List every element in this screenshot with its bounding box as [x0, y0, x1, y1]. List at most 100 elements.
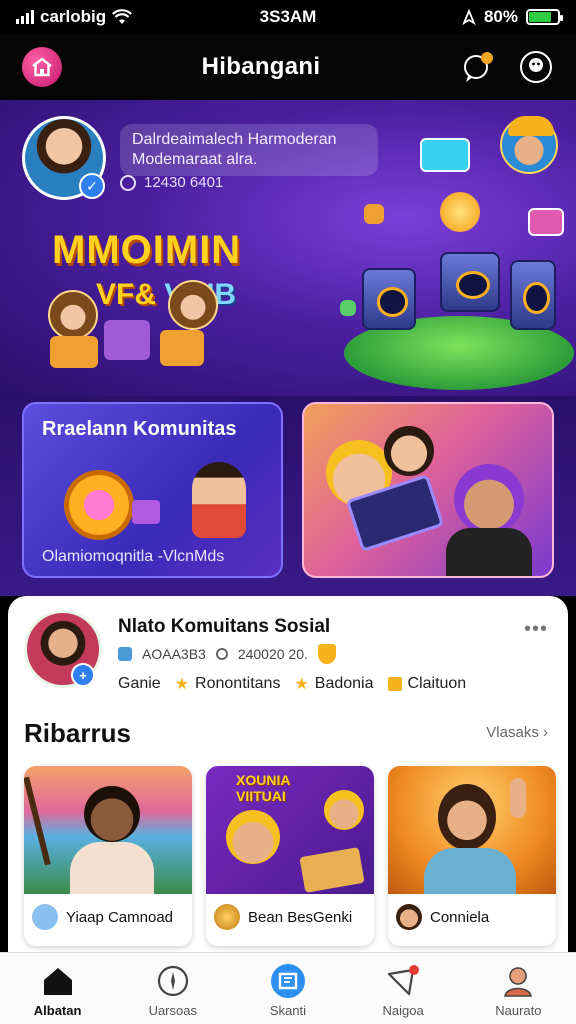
community-card[interactable]: Rraelann Komunitas Olamiomoqnitla -VlcnM…: [22, 402, 283, 578]
home-icon: [40, 963, 76, 999]
character-illustration: [438, 784, 496, 850]
note-illustration: [440, 192, 480, 232]
character-illustration: [192, 462, 246, 538]
avatar[interactable]: ✓: [22, 116, 106, 200]
card-footer: Yiaap Camnoad: [32, 904, 173, 930]
tag-claituon[interactable]: Claituon: [387, 675, 467, 693]
hero-stat: 12430 6401: [120, 174, 223, 191]
tab-scan[interactable]: Skanti: [238, 963, 338, 1018]
character-illustration: [48, 290, 98, 340]
post-avatar[interactable]: +: [24, 610, 102, 688]
add-icon: +: [71, 663, 95, 687]
carrier-label: carlobig: [40, 7, 107, 26]
tab-bar: Albatan Uarsoas Skanti Naigoa Naurato: [0, 952, 576, 1024]
status-time: 3S3AM: [259, 7, 317, 26]
wifi-icon: [112, 9, 133, 24]
status-bar: carlobig 3S3AM 80%: [0, 0, 576, 34]
app-title: Hibangani: [201, 53, 321, 80]
card-title: Yiaap Camnoad: [66, 908, 174, 926]
board-illustration: [299, 847, 365, 893]
section-title: Ribarrus: [24, 718, 131, 748]
hero-stat-value: 12430 6401: [144, 174, 224, 191]
stat-icon: [120, 174, 136, 191]
hero-title: MMOIMIN: [52, 228, 242, 272]
tab-label: Albatan: [33, 1003, 82, 1018]
tag-label: Claituon: [407, 675, 467, 692]
character-illustration: [226, 810, 280, 864]
home-button[interactable]: [22, 47, 62, 87]
profile-icon: [520, 51, 552, 83]
location-icon: [462, 9, 476, 25]
hero-message-line1: Dalrdeaimalech Harmoderan: [132, 131, 337, 148]
tag-label: Ganie: [118, 675, 161, 692]
shirt-illustration: [70, 842, 154, 894]
home-icon: [32, 57, 52, 77]
top-avatar: [500, 116, 558, 174]
battery-percent: 80%: [483, 7, 518, 26]
notification-icon: [385, 963, 421, 999]
hero-message: Dalrdeaimalech Harmoderan Modemaraat alr…: [120, 124, 378, 176]
battery-fill: [529, 12, 552, 22]
clock-icon: [215, 648, 228, 660]
gift-icon: [387, 677, 402, 691]
content-card[interactable]: XOUNIA VIITUAI Bean BesGenki: [206, 766, 374, 946]
post-meta: AOAA3B3 240020 20.: [118, 644, 336, 664]
see-all-label: Vlasaks: [486, 724, 539, 741]
tag-label: Ronontitans: [195, 675, 281, 692]
signal-icon: [16, 10, 34, 24]
card-image: [24, 766, 192, 894]
screen-illustration: [528, 208, 564, 236]
friends-card[interactable]: [302, 402, 554, 578]
tab-profile[interactable]: Naurato: [468, 963, 568, 1018]
tag-romantic[interactable]: ★ Ronontitans: [175, 674, 281, 694]
character-illustration: [384, 426, 434, 476]
tab-label: Skanti: [269, 1003, 307, 1018]
chat-icon: [464, 52, 493, 82]
cube-illustration: [132, 500, 160, 524]
battery-icon: [526, 9, 563, 25]
community-card-subtitle: Olamiomoqnitla -VlcnMds: [42, 548, 225, 565]
scan-icon: [270, 963, 306, 999]
character-illustration: [324, 790, 364, 830]
location-icon: [118, 647, 132, 661]
card-list: Yiaap Camnoad XOUNIA VIITUAI Bean BesGen…: [24, 766, 556, 946]
tag-badonia[interactable]: ★ Badonia: [294, 674, 373, 694]
gift-box-illustration: [50, 336, 98, 368]
content-card[interactable]: Yiaap Camnoad: [24, 766, 192, 946]
verified-badge-icon: ✓: [79, 173, 105, 199]
card-title: Conniela: [430, 908, 490, 926]
character-illustration: [168, 280, 218, 330]
profile-button[interactable]: [518, 49, 554, 85]
post-meta-id: AOAA3B3: [142, 646, 206, 662]
speaker-illustration: [440, 252, 500, 312]
app-header: Hibangani: [0, 34, 576, 100]
tab-explore[interactable]: Uarsoas: [123, 963, 223, 1018]
content-card[interactable]: Conniela: [388, 766, 556, 946]
tab-home[interactable]: Albatan: [8, 963, 108, 1018]
card-image-text-2: VIITUAI: [236, 788, 286, 804]
cube-illustration: [364, 204, 384, 224]
see-all-link[interactable]: Vlasaks ›: [486, 724, 548, 741]
tag-game[interactable]: Ganie: [118, 675, 161, 693]
card-avatar: [32, 904, 58, 930]
post-title[interactable]: Nlato Komuitans Sosial: [118, 616, 330, 638]
tab-notifications[interactable]: Naigoa: [353, 963, 453, 1018]
tab-label: Naigoa: [382, 1003, 424, 1018]
compass-icon: [155, 963, 191, 999]
shirt-illustration: [446, 528, 532, 576]
chevron-right-icon: ›: [543, 724, 548, 741]
post-meta-time: 240020 20.: [237, 646, 308, 662]
more-options-icon[interactable]: •••: [524, 618, 548, 641]
gift-box-illustration: [160, 330, 204, 366]
cube-illustration: [340, 300, 356, 316]
chat-button[interactable]: [460, 49, 496, 85]
feature-section: Rraelann Komunitas Olamiomoqnitla -VlcnM…: [0, 396, 576, 596]
status-left: carlobig: [16, 7, 216, 27]
character-illustration: [84, 786, 140, 842]
card-image-text-1: XOUNIA: [236, 772, 291, 788]
speaker-illustration: [510, 260, 556, 330]
card-title: Bean BesGenki: [248, 908, 353, 926]
hero-banner[interactable]: ✓ Dalrdeaimalech Harmoderan Modemaraat a…: [0, 100, 576, 396]
header-actions: [460, 49, 554, 85]
tab-label: Uarsoas: [148, 1003, 197, 1018]
